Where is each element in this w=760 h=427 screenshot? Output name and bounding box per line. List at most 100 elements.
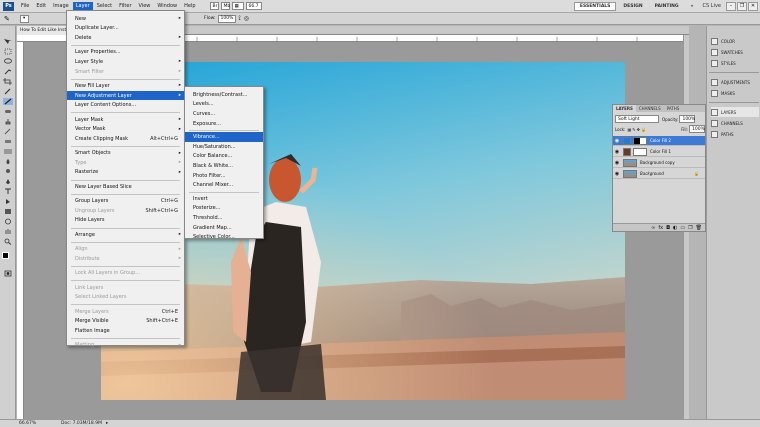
eyedropper-tool-icon[interactable] xyxy=(3,88,13,95)
zoom-level-dropdown[interactable]: 66.7 xyxy=(245,2,262,10)
layer-row[interactable]: ◉ Color Fill 2 xyxy=(613,136,705,146)
menu-item-invert[interactable]: Invert xyxy=(185,194,263,204)
quick-mask-icon[interactable] xyxy=(3,270,13,277)
path-selection-tool-icon[interactable] xyxy=(3,198,13,205)
layer-row[interactable]: ◉ Background copy xyxy=(613,158,705,168)
workspace-more[interactable]: » xyxy=(686,3,699,10)
brush-tool-icon[interactable] xyxy=(3,98,13,105)
flow-input[interactable]: 100% xyxy=(217,14,236,23)
panel-masks[interactable]: MASKS xyxy=(711,88,759,98)
visibility-eye-icon[interactable]: ◉ xyxy=(613,160,621,166)
menu-item-delete[interactable]: Delete ▸ xyxy=(67,33,184,43)
brush-preset-picker[interactable]: ▾ xyxy=(20,14,29,23)
menu-file[interactable]: File xyxy=(18,2,32,10)
lasso-tool-icon[interactable] xyxy=(3,58,13,65)
menu-item-new-adjustment-layer[interactable]: New Adjustment Layer ▸ xyxy=(67,90,184,101)
menu-item-posterize[interactable]: Posterize... xyxy=(185,204,263,214)
new-layer-icon[interactable]: ❐ xyxy=(688,225,692,231)
extras-button[interactable]: ▦ xyxy=(231,2,244,10)
menu-item-rasterize[interactable]: Rasterize ▸ xyxy=(67,168,184,178)
panel-styles[interactable]: STYLES xyxy=(711,58,759,68)
menu-item-color-balance[interactable]: Color Balance... xyxy=(185,152,263,162)
menu-window[interactable]: Window xyxy=(154,2,180,10)
bridge-button[interactable]: Br xyxy=(209,2,219,10)
panel-channels[interactable]: CHANNELS xyxy=(711,118,759,128)
tablet-pressure-icon[interactable]: ◎ xyxy=(244,15,249,22)
tab-channels[interactable]: CHANNELS xyxy=(636,105,664,112)
zoom-tool-icon[interactable] xyxy=(3,238,13,245)
new-adjustment-icon[interactable]: ◐ xyxy=(673,225,677,231)
menu-item-exposure[interactable]: Exposure... xyxy=(185,119,263,129)
menu-item-flatten-image[interactable]: Flatten Image xyxy=(67,326,184,336)
link-layers-icon[interactable]: ∞ xyxy=(651,225,655,231)
menu-edit[interactable]: Edit xyxy=(33,2,49,10)
menu-item-brightness-contrast[interactable]: Brightness/Contrast... xyxy=(185,90,263,100)
visibility-eye-icon[interactable]: ◉ xyxy=(613,171,621,177)
menu-item-new-layer-based-slice[interactable]: New Layer Based Slice xyxy=(67,182,184,192)
menu-item-merge-visible[interactable]: Merge Visible Shift+Ctrl+E xyxy=(67,316,184,326)
clone-stamp-tool-icon[interactable] xyxy=(3,118,13,125)
airbrush-icon[interactable]: ⟟ xyxy=(239,15,241,23)
blend-mode-select[interactable]: Soft Light xyxy=(615,115,659,123)
menu-help[interactable]: Help xyxy=(181,2,198,10)
brush-tool-icon[interactable]: ✎ xyxy=(4,15,18,23)
menu-item-hue-saturation[interactable]: Hue/Saturation... xyxy=(185,142,263,152)
menu-item-smart-objects[interactable]: Smart Objects ▸ xyxy=(67,148,184,158)
fill-input[interactable]: 100% xyxy=(689,125,705,133)
minibridge-button[interactable]: Mb xyxy=(220,2,230,10)
shape-tool-icon[interactable] xyxy=(3,208,13,215)
3d-rotate-tool-icon[interactable] xyxy=(3,218,13,225)
menu-item-group-layers[interactable]: Group Layers Ctrl+G xyxy=(67,196,184,206)
menu-select[interactable]: Select xyxy=(94,2,115,10)
menu-item-arrange[interactable]: Arrange ▸ xyxy=(67,230,184,240)
panel-swatches[interactable]: SWATCHES xyxy=(711,47,759,57)
foreground-color-swatch[interactable] xyxy=(2,252,9,259)
menu-item-duplicate-layer[interactable]: Duplicate Layer... xyxy=(67,24,184,34)
panel-paths[interactable]: PATHS xyxy=(711,129,759,139)
menu-layer[interactable]: Layer xyxy=(72,2,93,10)
blur-tool-icon[interactable] xyxy=(3,158,13,165)
restore-icon[interactable]: ❐ xyxy=(737,1,747,11)
lock-all-icon[interactable]: 🔒 xyxy=(641,127,646,132)
tab-layers[interactable]: LAYERS xyxy=(613,105,636,112)
layer-row[interactable]: ◉ Background 🔒 xyxy=(613,169,705,179)
menu-item-new[interactable]: New ▸ xyxy=(67,14,184,24)
eraser-tool-icon[interactable] xyxy=(3,138,13,145)
menu-item-selective-color[interactable]: Selective Color... xyxy=(185,232,263,242)
menu-item-layer-mask[interactable]: Layer Mask ▸ xyxy=(67,115,184,125)
visibility-eye-icon[interactable]: ◉ xyxy=(613,149,621,155)
tab-paths[interactable]: PATHS xyxy=(664,105,683,112)
panel-adjustments[interactable]: ADJUSTMENTS xyxy=(711,77,759,87)
trash-icon[interactable]: 🗑 xyxy=(696,225,702,231)
marquee-tool-icon[interactable] xyxy=(3,48,13,55)
menu-item-hide-layers[interactable]: Hide Layers xyxy=(67,216,184,226)
menu-item-layer-content-options[interactable]: Layer Content Options... xyxy=(67,100,184,110)
cs-live-button[interactable]: CS Live xyxy=(703,3,721,9)
menu-view[interactable]: View xyxy=(136,2,154,10)
dodge-tool-icon[interactable] xyxy=(3,168,13,175)
pen-tool-icon[interactable] xyxy=(3,178,13,185)
panel-color[interactable]: COLOR xyxy=(711,36,759,46)
menu-filter[interactable]: Filter xyxy=(116,2,134,10)
menu-image[interactable]: Image xyxy=(50,2,72,10)
history-brush-tool-icon[interactable] xyxy=(3,128,13,135)
status-arrow-icon[interactable]: ▸ xyxy=(106,421,108,426)
layer-row[interactable]: ◉ Color Fill 1 xyxy=(613,147,705,157)
type-tool-icon[interactable] xyxy=(3,188,13,195)
menu-item-photo-filter[interactable]: Photo Filter... xyxy=(185,171,263,181)
menu-item-create-clipping-mask[interactable]: Create Clipping Mask Alt+Ctrl+G xyxy=(67,134,184,144)
quick-selection-tool-icon[interactable] xyxy=(3,68,13,75)
lock-paint-icon[interactable]: ✎ xyxy=(632,127,635,132)
opacity-input[interactable]: 100% xyxy=(679,115,696,123)
menu-item-levels[interactable]: Levels... xyxy=(185,100,263,110)
menu-item-vector-mask[interactable]: Vector Mask ▸ xyxy=(67,124,184,134)
move-tool-icon[interactable] xyxy=(3,38,13,45)
lock-transparent-icon[interactable]: ▦ xyxy=(627,127,631,132)
menu-item-gradient-map[interactable]: Gradient Map... xyxy=(185,223,263,233)
healing-brush-tool-icon[interactable] xyxy=(3,108,13,115)
gradient-tool-icon[interactable] xyxy=(3,148,13,155)
close-icon[interactable]: ✕ xyxy=(748,1,758,11)
menu-item-channel-mixer[interactable]: Channel Mixer... xyxy=(185,180,263,190)
menu-item-threshold[interactable]: Threshold... xyxy=(185,213,263,223)
menu-item-layer-style[interactable]: Layer Style ▸ xyxy=(67,57,184,67)
